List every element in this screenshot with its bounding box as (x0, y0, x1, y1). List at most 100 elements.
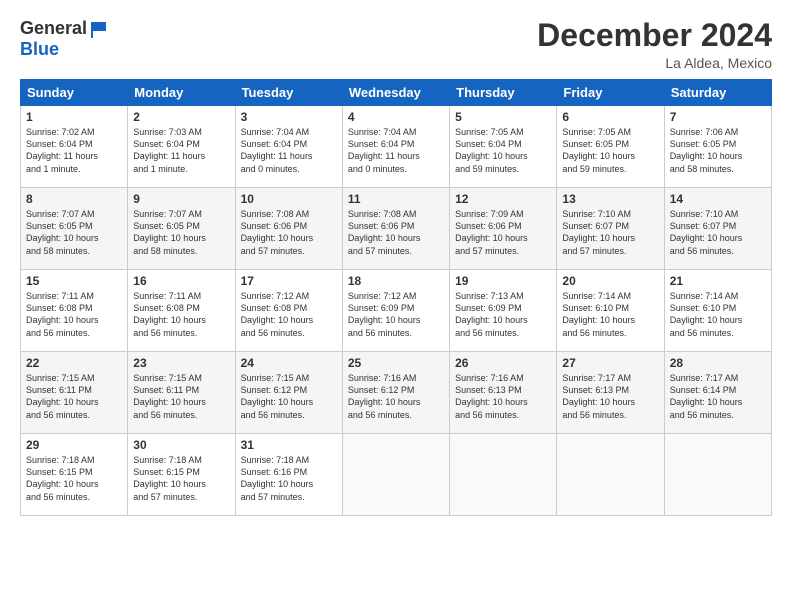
calendar-cell: 3 Sunrise: 7:04 AM Sunset: 6:04 PM Daylig… (235, 106, 342, 188)
header: General Blue December 2024 La Aldea, Mex… (20, 18, 772, 71)
calendar-cell: 15 Sunrise: 7:11 AM Sunset: 6:08 PM Dayli… (21, 270, 128, 352)
page: General Blue December 2024 La Aldea, Mex… (0, 0, 792, 612)
day-info: Sunrise: 7:11 AM Sunset: 6:08 PM Dayligh… (133, 290, 229, 339)
col-wednesday: Wednesday (342, 80, 449, 106)
logo-blue: Blue (20, 39, 59, 59)
day-info: Sunrise: 7:09 AM Sunset: 6:06 PM Dayligh… (455, 208, 551, 257)
calendar-cell: 16 Sunrise: 7:11 AM Sunset: 6:08 PM Dayli… (128, 270, 235, 352)
day-info: Sunrise: 7:14 AM Sunset: 6:10 PM Dayligh… (562, 290, 658, 339)
col-friday: Friday (557, 80, 664, 106)
calendar-cell: 24 Sunrise: 7:15 AM Sunset: 6:12 PM Dayli… (235, 352, 342, 434)
calendar-week-3: 15 Sunrise: 7:11 AM Sunset: 6:08 PM Dayli… (21, 270, 772, 352)
day-info: Sunrise: 7:04 AM Sunset: 6:04 PM Dayligh… (348, 126, 444, 175)
calendar-cell: 26Sunrise: 7:16 AM Sunset: 6:13 PM Dayli… (450, 352, 557, 434)
day-number: 29 (26, 438, 122, 452)
logo-flag-icon (88, 18, 110, 40)
month-title: December 2024 (537, 18, 772, 53)
calendar-cell: 13Sunrise: 7:10 AM Sunset: 6:07 PM Dayli… (557, 188, 664, 270)
calendar-cell: 12 Sunrise: 7:09 AM Sunset: 6:06 PM Dayli… (450, 188, 557, 270)
day-number: 1 (26, 110, 122, 124)
calendar-cell (450, 434, 557, 516)
day-info: Sunrise: 7:12 AM Sunset: 6:08 PM Dayligh… (241, 290, 337, 339)
day-number: 31 (241, 438, 337, 452)
day-number: 18 (348, 274, 444, 288)
calendar-cell: 20 Sunrise: 7:14 AM Sunset: 6:10 PM Dayli… (557, 270, 664, 352)
logo-general: General (20, 19, 87, 39)
day-info: Sunrise: 7:04 AM Sunset: 6:04 PM Dayligh… (241, 126, 337, 175)
col-sunday: Sunday (21, 80, 128, 106)
day-number: 14 (670, 192, 766, 206)
day-info: Sunrise: 7:15 AM Sunset: 6:11 PM Dayligh… (26, 372, 122, 421)
day-number: 6 (562, 110, 658, 124)
day-number: 30 (133, 438, 229, 452)
location: La Aldea, Mexico (537, 55, 772, 71)
calendar-cell (557, 434, 664, 516)
day-info: Sunrise: 7:18 AM Sunset: 6:15 PM Dayligh… (26, 454, 122, 503)
col-thursday: Thursday (450, 80, 557, 106)
day-info: Sunrise: 7:10 AM Sunset: 6:07 PM Dayligh… (670, 208, 766, 257)
calendar-cell: 21 Sunrise: 7:14 AM Sunset: 6:10 PM Dayli… (664, 270, 771, 352)
day-number: 21 (670, 274, 766, 288)
day-info: Sunrise: 7:07 AM Sunset: 6:05 PM Dayligh… (133, 208, 229, 257)
calendar-cell (342, 434, 449, 516)
calendar-cell: 18 Sunrise: 7:12 AM Sunset: 6:09 PM Dayli… (342, 270, 449, 352)
day-info: Sunrise: 7:17 AM Sunset: 6:13 PM Dayligh… (562, 372, 658, 421)
calendar-cell: 30 Sunrise: 7:18 AM Sunset: 6:15 PM Dayli… (128, 434, 235, 516)
day-number: 15 (26, 274, 122, 288)
day-info: Sunrise: 7:17 AM Sunset: 6:14 PM Dayligh… (670, 372, 766, 421)
calendar-cell: 6Sunrise: 7:05 AM Sunset: 6:05 PM Daylig… (557, 106, 664, 188)
day-info: Sunrise: 7:15 AM Sunset: 6:11 PM Dayligh… (133, 372, 229, 421)
day-number: 7 (670, 110, 766, 124)
day-info: Sunrise: 7:12 AM Sunset: 6:09 PM Dayligh… (348, 290, 444, 339)
calendar-cell: 29 Sunrise: 7:18 AM Sunset: 6:15 PM Dayli… (21, 434, 128, 516)
title-area: December 2024 La Aldea, Mexico (537, 18, 772, 71)
day-number: 12 (455, 192, 551, 206)
calendar-week-4: 22Sunrise: 7:15 AM Sunset: 6:11 PM Dayli… (21, 352, 772, 434)
calendar-week-1: 1 Sunrise: 7:02 AM Sunset: 6:04 PM Daylig… (21, 106, 772, 188)
day-info: Sunrise: 7:08 AM Sunset: 6:06 PM Dayligh… (348, 208, 444, 257)
day-info: Sunrise: 7:11 AM Sunset: 6:08 PM Dayligh… (26, 290, 122, 339)
calendar-cell: 19 Sunrise: 7:13 AM Sunset: 6:09 PM Dayli… (450, 270, 557, 352)
day-info: Sunrise: 7:18 AM Sunset: 6:16 PM Dayligh… (241, 454, 337, 503)
calendar-cell: 7Sunrise: 7:06 AM Sunset: 6:05 PM Daylig… (664, 106, 771, 188)
calendar-cell: 5 Sunrise: 7:05 AM Sunset: 6:04 PM Daylig… (450, 106, 557, 188)
day-number: 24 (241, 356, 337, 370)
col-saturday: Saturday (664, 80, 771, 106)
calendar-cell: 11 Sunrise: 7:08 AM Sunset: 6:06 PM Dayli… (342, 188, 449, 270)
calendar-cell: 17Sunrise: 7:12 AM Sunset: 6:08 PM Dayli… (235, 270, 342, 352)
day-number: 27 (562, 356, 658, 370)
day-info: Sunrise: 7:02 AM Sunset: 6:04 PM Dayligh… (26, 126, 122, 175)
calendar-cell: 2Sunrise: 7:03 AM Sunset: 6:04 PM Daylig… (128, 106, 235, 188)
day-info: Sunrise: 7:14 AM Sunset: 6:10 PM Dayligh… (670, 290, 766, 339)
day-number: 3 (241, 110, 337, 124)
calendar-cell (664, 434, 771, 516)
calendar-cell: 10Sunrise: 7:08 AM Sunset: 6:06 PM Dayli… (235, 188, 342, 270)
day-info: Sunrise: 7:16 AM Sunset: 6:13 PM Dayligh… (455, 372, 551, 421)
day-info: Sunrise: 7:05 AM Sunset: 6:04 PM Dayligh… (455, 126, 551, 175)
col-monday: Monday (128, 80, 235, 106)
day-info: Sunrise: 7:15 AM Sunset: 6:12 PM Dayligh… (241, 372, 337, 421)
day-number: 13 (562, 192, 658, 206)
day-info: Sunrise: 7:13 AM Sunset: 6:09 PM Dayligh… (455, 290, 551, 339)
day-info: Sunrise: 7:18 AM Sunset: 6:15 PM Dayligh… (133, 454, 229, 503)
day-number: 11 (348, 192, 444, 206)
col-tuesday: Tuesday (235, 80, 342, 106)
day-number: 16 (133, 274, 229, 288)
calendar-cell: 28Sunrise: 7:17 AM Sunset: 6:14 PM Dayli… (664, 352, 771, 434)
calendar: Sunday Monday Tuesday Wednesday Thursday… (20, 79, 772, 516)
calendar-cell: 9 Sunrise: 7:07 AM Sunset: 6:05 PM Daylig… (128, 188, 235, 270)
day-info: Sunrise: 7:03 AM Sunset: 6:04 PM Dayligh… (133, 126, 229, 175)
calendar-cell: 14 Sunrise: 7:10 AM Sunset: 6:07 PM Dayli… (664, 188, 771, 270)
calendar-body: 1 Sunrise: 7:02 AM Sunset: 6:04 PM Daylig… (21, 106, 772, 516)
calendar-cell: 8Sunrise: 7:07 AM Sunset: 6:05 PM Daylig… (21, 188, 128, 270)
day-number: 25 (348, 356, 444, 370)
calendar-cell: 4 Sunrise: 7:04 AM Sunset: 6:04 PM Daylig… (342, 106, 449, 188)
day-number: 9 (133, 192, 229, 206)
calendar-cell: 23Sunrise: 7:15 AM Sunset: 6:11 PM Dayli… (128, 352, 235, 434)
day-number: 20 (562, 274, 658, 288)
calendar-week-2: 8Sunrise: 7:07 AM Sunset: 6:05 PM Daylig… (21, 188, 772, 270)
day-number: 4 (348, 110, 444, 124)
day-number: 5 (455, 110, 551, 124)
day-number: 19 (455, 274, 551, 288)
calendar-cell: 1 Sunrise: 7:02 AM Sunset: 6:04 PM Daylig… (21, 106, 128, 188)
